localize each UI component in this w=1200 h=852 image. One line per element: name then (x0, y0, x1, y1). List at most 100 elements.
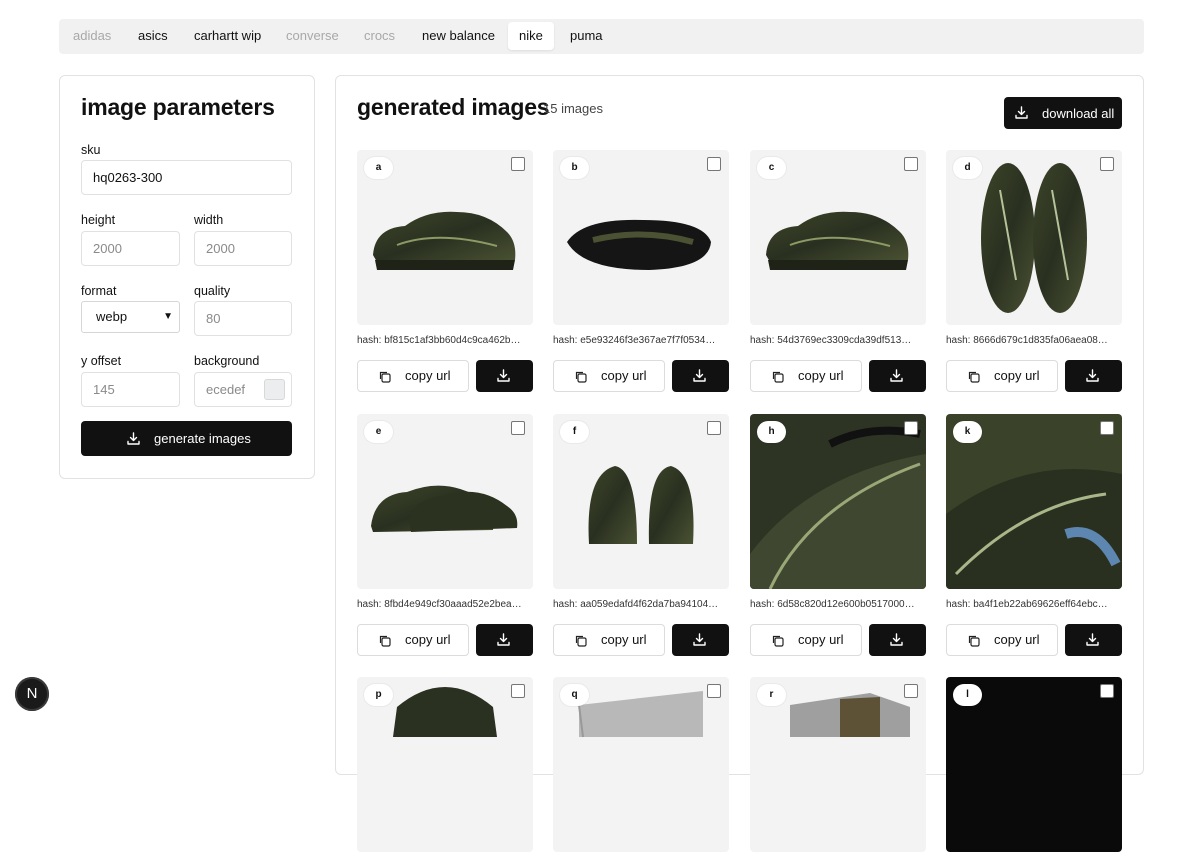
download-image-button[interactable] (476, 360, 533, 392)
brand-tab-converse[interactable]: converse (275, 22, 350, 50)
copy-icon (379, 371, 391, 383)
copy-url-button[interactable]: copy url (946, 360, 1058, 392)
copy-url-label: copy url (798, 632, 844, 647)
sku-label: sku (81, 143, 101, 157)
background-input[interactable]: ecedef (194, 372, 292, 407)
brand-tab-crocs[interactable]: crocs (353, 22, 406, 50)
image-hash: hash: e5e93246f3e367ae7f7f0534… (553, 335, 716, 346)
download-icon (890, 633, 903, 646)
image-hash: hash: ba4f1eb22ab69626eff64ebc… (946, 599, 1108, 610)
select-checkbox[interactable] (904, 684, 918, 698)
generated-images-panel: generated images 15 images download all … (335, 75, 1144, 852)
download-icon (497, 633, 510, 646)
brand-tab-bar: adidas asics carhartt wip converse crocs… (59, 19, 1144, 54)
image-letter-badge: e (364, 421, 393, 443)
image-letter-badge: c (757, 157, 786, 179)
image-hash: hash: aa059edafd4f62da7ba94104… (553, 599, 719, 610)
copy-icon (379, 635, 391, 647)
background-color-swatch[interactable] (264, 379, 285, 400)
image-hash: hash: 6d58c820d12e600b0517000… (750, 599, 915, 610)
download-all-button[interactable]: download all (1004, 97, 1122, 129)
format-select[interactable]: webp ▼ (81, 301, 180, 333)
select-checkbox[interactable] (511, 157, 525, 171)
download-image-button[interactable] (1065, 360, 1122, 392)
download-image-button[interactable] (476, 624, 533, 656)
download-icon (1015, 106, 1028, 119)
download-image-button[interactable] (869, 624, 926, 656)
height-input[interactable]: 2000 (81, 231, 180, 266)
copy-url-button[interactable]: copy url (553, 360, 665, 392)
copy-url-button[interactable]: copy url (750, 360, 862, 392)
brand-tab-asics[interactable]: asics (127, 22, 179, 50)
select-checkbox[interactable] (707, 157, 721, 171)
image-letter-badge: l (953, 684, 982, 706)
download-image-button[interactable] (1065, 624, 1122, 656)
params-title: image parameters (81, 94, 275, 120)
brand-tab-puma[interactable]: puma (559, 22, 614, 50)
select-checkbox[interactable] (707, 421, 721, 435)
copy-icon (772, 635, 784, 647)
image-letter-badge: k (953, 421, 982, 443)
format-label: format (81, 284, 117, 298)
copy-icon (575, 635, 587, 647)
width-label: width (194, 213, 224, 227)
quality-label: quality (194, 284, 231, 298)
download-icon (693, 633, 706, 646)
download-image-button[interactable] (869, 360, 926, 392)
copy-icon (772, 371, 784, 383)
quality-input[interactable]: 80 (194, 301, 292, 336)
copy-url-button[interactable]: copy url (946, 624, 1058, 656)
floating-app-button[interactable]: N (15, 677, 49, 711)
copy-url-label: copy url (994, 632, 1040, 647)
generate-images-button[interactable]: generate images (81, 421, 292, 456)
copy-url-button[interactable]: copy url (357, 360, 469, 392)
brand-tab-nike[interactable]: nike (508, 22, 554, 50)
width-input[interactable]: 2000 (194, 231, 292, 266)
download-icon (497, 369, 510, 382)
format-select-value: webp (96, 309, 128, 324)
copy-url-label: copy url (601, 632, 647, 647)
y-offset-input[interactable]: 145 (81, 372, 180, 407)
download-image-button[interactable] (672, 360, 729, 392)
image-parameters-panel: image parameters sku hq0263-300 height 2… (59, 75, 315, 479)
height-label: height (81, 213, 116, 227)
background-input-value: ecedef (206, 382, 246, 397)
sku-input[interactable]: hq0263-300 (81, 160, 292, 195)
select-checkbox[interactable] (707, 684, 721, 698)
copy-url-button[interactable]: copy url (553, 624, 665, 656)
select-checkbox[interactable] (1100, 157, 1114, 171)
image-letter-badge: b (560, 157, 589, 179)
select-checkbox[interactable] (904, 157, 918, 171)
background-label: background (194, 354, 260, 368)
download-icon (693, 369, 706, 382)
image-letter-badge: a (364, 157, 393, 179)
download-icon (1086, 369, 1099, 382)
select-checkbox[interactable] (511, 684, 525, 698)
download-icon (890, 369, 903, 382)
image-letter-badge: p (364, 684, 393, 706)
select-checkbox[interactable] (904, 421, 918, 435)
copy-url-label: copy url (405, 632, 451, 647)
select-checkbox[interactable] (1100, 684, 1114, 698)
image-hash: hash: 54d3769ec3309cda39df513… (750, 335, 912, 346)
brand-tab-adidas[interactable]: adidas (62, 22, 122, 50)
generate-images-label: generate images (154, 431, 251, 446)
image-hash: hash: 8666d679c1d835fa06aea08… (946, 335, 1108, 346)
image-letter-badge: h (757, 421, 786, 443)
brand-tab-carhartt-wip[interactable]: carhartt wip (183, 22, 272, 50)
copy-url-button[interactable]: copy url (750, 624, 862, 656)
image-count: 15 images (543, 101, 603, 116)
brand-tab-new-balance[interactable]: new balance (411, 22, 506, 50)
download-image-button[interactable] (672, 624, 729, 656)
select-checkbox[interactable] (1100, 421, 1114, 435)
copy-url-button[interactable]: copy url (357, 624, 469, 656)
download-icon (127, 432, 140, 445)
select-checkbox[interactable] (511, 421, 525, 435)
copy-icon (968, 635, 980, 647)
gallery-title: generated images (357, 94, 550, 120)
image-hash: hash: 8fbd4e949cf30aaad52e2bea… (357, 599, 522, 610)
image-letter-badge: f (560, 421, 589, 443)
copy-url-label: copy url (994, 368, 1040, 383)
image-letter-badge: r (757, 684, 786, 706)
download-icon (1086, 633, 1099, 646)
